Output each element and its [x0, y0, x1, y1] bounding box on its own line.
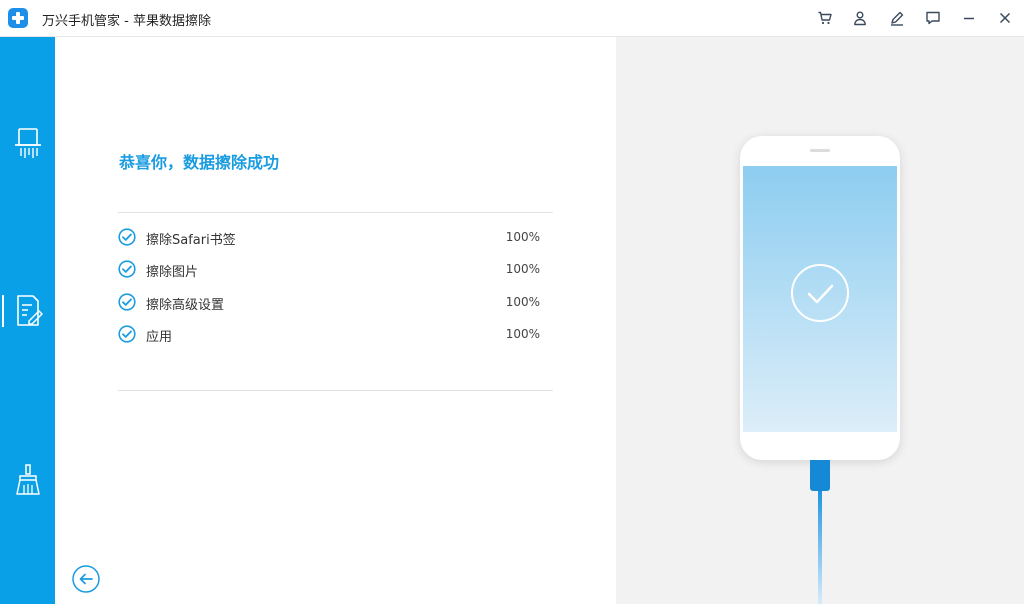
- task-row: 擦除Safari书签 100%: [118, 227, 548, 249]
- shredder-icon: [14, 128, 41, 158]
- task-row: 应用 100%: [118, 324, 548, 346]
- cart-icon: [818, 11, 832, 25]
- divider: [118, 390, 553, 391]
- task-percent: 100%: [505, 230, 540, 244]
- task-label: 擦除图片: [146, 265, 199, 280]
- broom-icon: [15, 464, 40, 495]
- task-row: 擦除图片 100%: [118, 259, 548, 281]
- check-circle-icon: [118, 293, 136, 311]
- task-label: 应用: [146, 330, 173, 345]
- erase-document-icon: [16, 295, 43, 326]
- app-logo-icon: [8, 8, 28, 28]
- task-percent: 100%: [505, 327, 540, 341]
- sidebar-item-shredder[interactable]: [0, 114, 55, 174]
- device-panel: [616, 37, 1024, 604]
- user-icon: [854, 11, 866, 26]
- user-icon-button[interactable]: [850, 8, 870, 28]
- check-circle-icon: [118, 260, 136, 278]
- sidebar-item-cleanup[interactable]: [0, 450, 55, 510]
- usb-cable-wire: [818, 491, 822, 604]
- task-percent: 100%: [505, 262, 540, 276]
- back-button[interactable]: [72, 565, 100, 593]
- divider: [118, 212, 553, 213]
- task-row: 擦除高级设置 100%: [118, 292, 548, 314]
- phone-speaker: [810, 149, 830, 152]
- main-content: 恭喜你，数据擦除成功 擦除Safari书签 100% 擦除图片 100% 擦除高…: [55, 37, 616, 604]
- window-title: 万兴手机管家 - 苹果数据擦除: [42, 14, 211, 29]
- usb-cable-plug: [810, 460, 830, 491]
- check-circle-icon: [118, 325, 136, 343]
- close-button[interactable]: [995, 8, 1015, 28]
- minimize-icon: [964, 17, 974, 20]
- sidebar-item-erase-data[interactable]: [0, 281, 55, 341]
- task-percent: 100%: [505, 295, 540, 309]
- minimize-button[interactable]: [959, 8, 979, 28]
- feedback-icon-button[interactable]: [923, 8, 943, 28]
- phone-screen: [743, 166, 897, 432]
- title-bar: 万兴手机管家 - 苹果数据擦除: [0, 0, 1024, 37]
- task-label: 擦除高级设置: [146, 298, 225, 313]
- success-headline: 恭喜你，数据擦除成功: [119, 153, 280, 172]
- checkmark-circle-icon: [791, 264, 849, 322]
- arrow-left-circle-icon: [72, 565, 100, 593]
- sidebar: [0, 37, 55, 604]
- close-icon: [999, 12, 1011, 24]
- pencil-icon: [891, 11, 904, 26]
- cart-icon-button[interactable]: [815, 8, 835, 28]
- chat-bubble-icon: [926, 11, 940, 25]
- phone-illustration: [740, 136, 900, 460]
- task-label: 擦除Safari书签: [146, 233, 236, 248]
- check-circle-icon: [118, 228, 136, 246]
- edit-icon-button[interactable]: [887, 8, 907, 28]
